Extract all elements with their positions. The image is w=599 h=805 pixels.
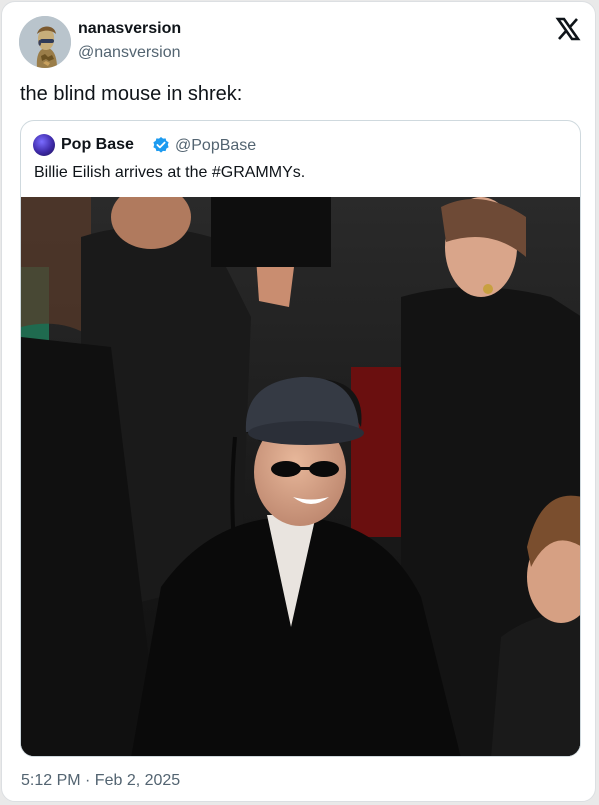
quoted-author-handle[interactable]: @PopBase xyxy=(175,137,256,155)
quoted-author-avatar[interactable] xyxy=(33,134,55,156)
tweet-text: the blind mouse in shrek: xyxy=(20,83,243,105)
quoted-tweet[interactable]: Pop Base @PopBase Billie Eilish arrives … xyxy=(20,120,581,757)
author-handle[interactable]: @nansversion xyxy=(78,44,181,62)
tweet-timestamp[interactable]: 5:12 PM · Feb 2, 2025 xyxy=(21,772,180,790)
x-logo-icon[interactable] xyxy=(555,16,581,42)
tweet-card: nanasversion @nansversion the blind mous… xyxy=(1,1,596,802)
author-display-name[interactable]: nanasversion xyxy=(78,20,181,38)
quoted-tweet-photo[interactable] xyxy=(21,185,580,756)
author-avatar[interactable] xyxy=(19,16,71,68)
quoted-author-display-name[interactable]: Pop Base xyxy=(61,136,134,154)
verified-badge-icon xyxy=(152,136,170,154)
quoted-tweet-text: Billie Eilish arrives at the #GRAMMYs. xyxy=(34,164,306,181)
